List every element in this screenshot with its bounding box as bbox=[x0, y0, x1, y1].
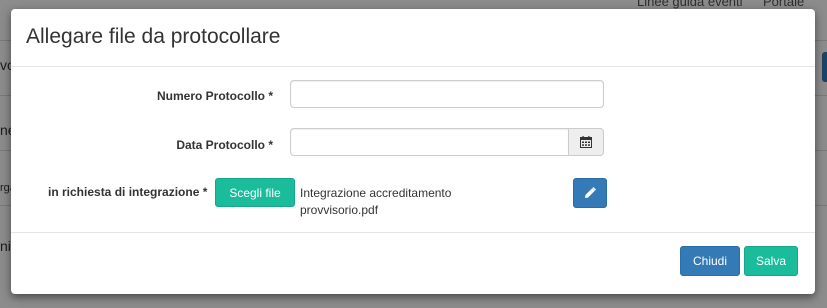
choose-file-button[interactable]: Scegli file bbox=[215, 178, 295, 207]
edit-file-button[interactable] bbox=[573, 178, 607, 208]
modal-title: Allegare file da protocollare bbox=[26, 25, 281, 48]
save-button[interactable]: Salva bbox=[744, 246, 798, 276]
calendar-icon bbox=[580, 136, 592, 148]
selected-file-name: Integrazione accreditamento provvisorio.… bbox=[300, 186, 452, 217]
close-button[interactable]: Chiudi bbox=[680, 246, 740, 276]
data-protocollo-input[interactable] bbox=[290, 128, 569, 156]
numero-protocollo-label: Numero Protocollo * bbox=[156, 89, 273, 103]
modal-footer-divider bbox=[11, 232, 815, 233]
modal-header: Allegare file da protocollare bbox=[11, 9, 815, 67]
richiesta-integrazione-label: in richiesta di integrazione * bbox=[48, 185, 208, 199]
calendar-button[interactable] bbox=[568, 128, 604, 156]
pencil-icon bbox=[585, 187, 596, 198]
data-protocollo-label: Data Protocollo * bbox=[176, 138, 273, 152]
numero-protocollo-input[interactable] bbox=[290, 80, 604, 108]
upload-modal: Allegare file da protocollare Numero Pro… bbox=[11, 9, 815, 294]
